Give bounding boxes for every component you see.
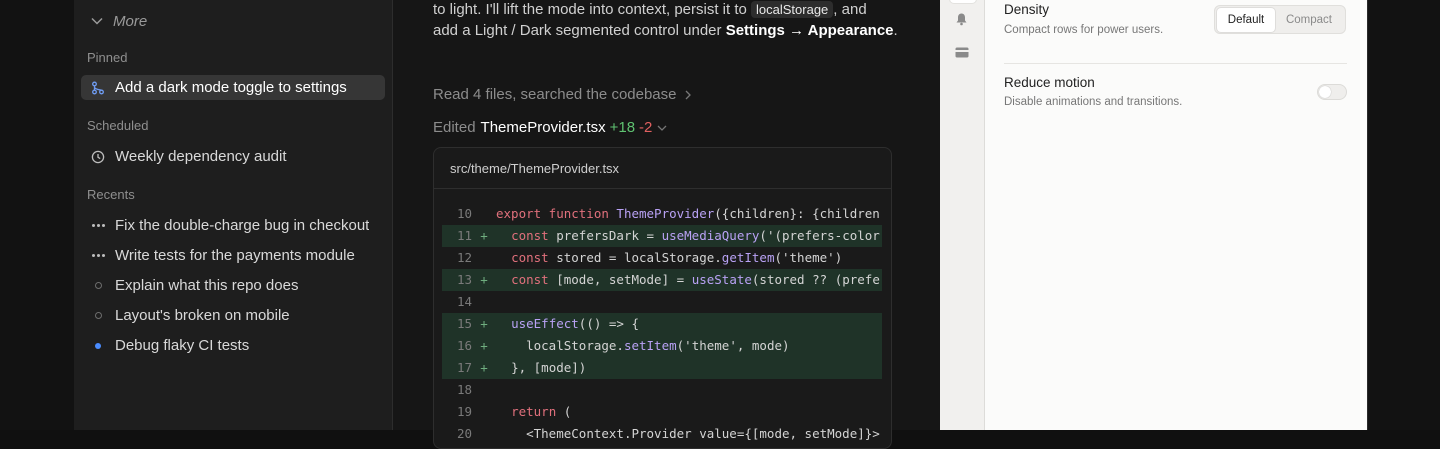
window-frame-left [0, 0, 75, 430]
sidebar-item-label: Weekly dependency audit [115, 148, 287, 165]
code-line: 19 return ( [456, 404, 572, 419]
assistant-message: to light. I'll lift the mode into contex… [433, 0, 903, 41]
bell-icon[interactable] [955, 12, 968, 31]
divider [1004, 63, 1347, 64]
code-line-added: 16 + localStorage.setItem('theme', mode) [442, 335, 882, 357]
more-label: More [113, 12, 148, 30]
code-line-added: 13 + const [mode, setMode] = useState(sto… [442, 269, 882, 291]
code-diff-card: src/theme/ThemeProvider.tsx 10 export fun… [433, 147, 892, 449]
deletions-count: -2 [639, 119, 653, 136]
edit-summary[interactable]: Edited ThemeProvider.tsx +18 -2 [433, 119, 667, 136]
chevron-down-icon [657, 125, 667, 131]
chevron-right-icon [685, 90, 691, 99]
edit-prefix: Edited [433, 119, 476, 136]
card-icon[interactable] [955, 45, 969, 63]
window-frame-right [1367, 0, 1440, 430]
reduce-motion-title: Reduce motion [1004, 75, 1095, 90]
activity-summary[interactable]: Read 4 files, searched the codebase [433, 86, 691, 103]
density-title: Density [1004, 2, 1050, 17]
code-line: 10 export function ThemeProvider({childre… [456, 206, 880, 221]
code-line: 12 const stored = localStorage.getItem('… [456, 250, 843, 265]
clock-icon [81, 150, 115, 164]
branch-icon [81, 81, 115, 95]
code-line-added: 15 + useEffect(() => { [442, 313, 882, 335]
sidebar-item-recent[interactable]: Explain what this repo does [81, 273, 385, 298]
inline-code: localStorage [751, 1, 834, 18]
sidebar-item-label: Debug flaky CI tests [115, 337, 250, 354]
code-line: 18 [456, 382, 472, 397]
sidebar-item-dark-mode-toggle[interactable]: Add a dark mode toggle to settings [81, 75, 385, 100]
code-line-added: 17 + }, [mode]) [442, 357, 882, 379]
sidebar-item-weekly-audit[interactable]: Weekly dependency audit [81, 144, 385, 169]
sidebar-item-label: Fix the double-charge bug in checkout [115, 217, 370, 234]
rail-selected-item[interactable] [949, 0, 977, 4]
sidebar-item-label: Write tests for the payments module [115, 247, 355, 264]
reduce-motion-toggle[interactable] [1317, 84, 1347, 100]
message-text: to light. I'll lift the mode into contex… [433, 1, 752, 18]
section-label-recents: Recents [87, 187, 135, 202]
message-bold: Settings → Appearance [725, 22, 894, 39]
code-file-path: src/theme/ThemeProvider.tsx [434, 148, 891, 189]
density-option-compact[interactable]: Compact [1275, 8, 1343, 32]
toggle-knob [1319, 86, 1331, 98]
sidebar-item-label: Explain what this repo does [115, 277, 299, 294]
sidebar-item-label: Layout's broken on mobile [115, 307, 290, 324]
code-line: 14 [456, 294, 472, 309]
message-text: , and [833, 1, 867, 18]
idle-circle-icon [81, 282, 115, 289]
additions-count: +18 [609, 119, 636, 136]
settings-panel: Density Compact rows for power users. De… [985, 0, 1367, 430]
sidebar: More Pinned Add a dark mode toggle to se… [74, 0, 393, 430]
unread-dot-icon [81, 342, 115, 349]
reduce-motion-description: Disable animations and transitions. [1004, 96, 1183, 108]
message-text: . [893, 22, 898, 39]
code-line: 20 <ThemeContext.Provider value={[mode, … [456, 426, 880, 441]
density-description: Compact rows for power users. [1004, 24, 1164, 36]
sidebar-item-recent[interactable]: Fix the double-charge bug in checkout [81, 213, 385, 238]
edited-filename: ThemeProvider.tsx [480, 119, 606, 136]
running-dots-icon [81, 224, 115, 227]
sidebar-item-recent[interactable]: Debug flaky CI tests [81, 333, 385, 358]
chevron-down-icon [91, 17, 103, 25]
more-toggle[interactable]: More [91, 11, 147, 31]
idle-circle-icon [81, 312, 115, 319]
section-label-scheduled: Scheduled [87, 118, 149, 133]
running-dots-icon [81, 254, 115, 257]
density-option-default[interactable]: Default [1217, 7, 1275, 32]
sidebar-item-recent[interactable]: Write tests for the payments module [81, 243, 385, 268]
code-line-added: 11 + const prefersDark = useMediaQuery('(… [442, 225, 882, 247]
density-segmented-control: Default Compact [1214, 5, 1346, 34]
activity-summary-text: Read 4 files, searched the codebase [433, 86, 677, 103]
sidebar-item-recent[interactable]: Layout's broken on mobile [81, 303, 385, 328]
section-label-pinned: Pinned [87, 50, 128, 65]
sidebar-item-label: Add a dark mode toggle to settings [115, 79, 347, 96]
chat-panel: to light. I'll lift the mode into contex… [393, 0, 940, 449]
message-text: add a Light / Dark segmented control und… [433, 22, 726, 39]
settings-icon-rail [940, 0, 985, 430]
